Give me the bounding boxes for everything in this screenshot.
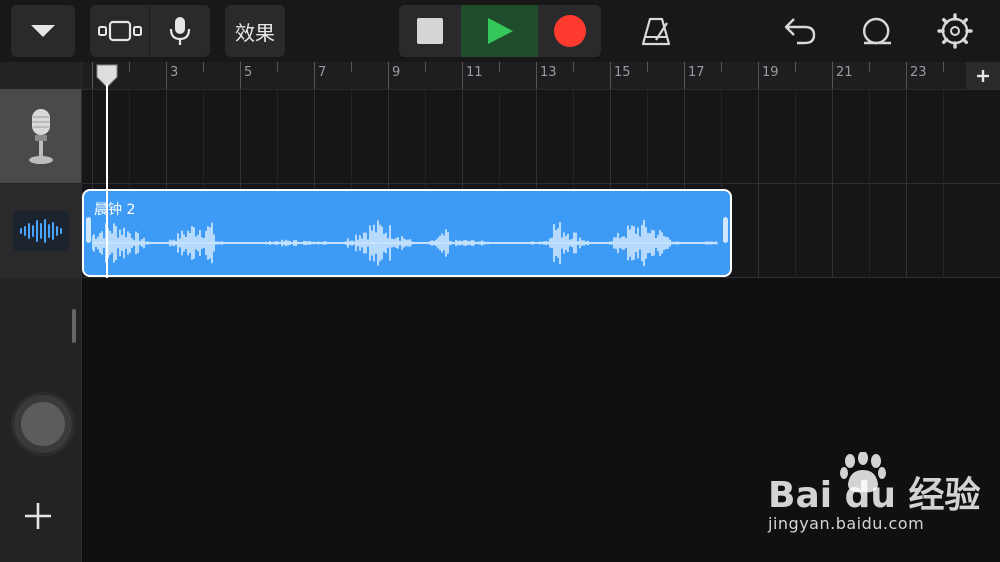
ruler-bar-number: 11 [466,65,483,80]
ruler-tick [462,62,463,89]
ruler-tick [166,62,167,89]
add-section-button[interactable] [966,62,1000,89]
settings-button[interactable] [931,5,979,57]
ruler-tick [684,62,685,89]
gear-icon [937,13,973,49]
ruler-tick [388,62,389,89]
ruler-tick [573,62,574,72]
region-name: 晨钟 2 [94,202,136,218]
ruler-tick [832,62,833,89]
plus-icon [25,503,51,529]
mic-input-button[interactable] [150,5,210,57]
ruler-bar-number: 19 [762,65,779,80]
ruler-bar-number: 15 [614,65,631,80]
undo-icon [784,18,816,45]
microphone-icon [169,17,191,45]
ruler-tick [129,62,130,72]
ruler-bar-number: 3 [170,65,179,80]
ruler-tick [277,62,278,72]
ruler-bar-number: 7 [318,65,327,80]
ruler-tick [906,62,907,89]
watermark-url: jingyan.baidu.com [768,514,925,533]
ruler-bar-number: 21 [836,65,853,80]
effects-label: 效果 [235,20,275,45]
audio-waveform [92,219,718,267]
grid-line [943,90,944,278]
ruler-tick [647,62,648,72]
track-header-audio[interactable] [0,184,81,278]
ruler-tick [314,62,315,89]
ruler-bar-number: 23 [910,65,927,80]
ruler-tick [351,62,352,72]
ruler-tick [92,62,93,89]
ruler-tick [425,62,426,72]
metronome-button[interactable] [632,5,680,57]
ruler-tick [943,62,944,72]
region-left-trim-handle[interactable] [86,217,91,243]
ruler-tick [869,62,870,72]
grid-line [758,90,759,278]
audio-waveform-icon [12,211,69,251]
ruler-tick [721,62,722,72]
timeline-ruler[interactable]: 1357911131517192123 [82,62,1000,90]
microphone-icon [28,109,53,164]
ruler-tick [203,62,204,72]
effects-button[interactable]: 效果 [225,5,285,57]
transport-group [399,5,601,57]
track-list-dropdown-button[interactable] [11,5,75,57]
ruler-bar-number: 13 [540,65,557,80]
stop-icon [417,18,443,44]
control-bar: 效果 [0,0,1000,62]
grid-line [832,90,833,278]
ruler-tick [536,62,537,89]
play-icon [487,18,513,44]
ruler-tick [499,62,500,72]
track-lane-microphone[interactable] [82,90,1000,184]
playhead-line [106,84,108,278]
ruler-tick [240,62,241,89]
ruler-bar-number: 5 [244,65,253,80]
record-button[interactable] [538,5,601,57]
record-icon [553,15,586,47]
grid-line [906,90,907,278]
play-button[interactable] [461,5,538,57]
chevron-down-icon [31,25,55,37]
audio-region[interactable]: 晨钟 2 [82,189,732,277]
track-headers-panel [0,62,82,562]
undo-button[interactable] [776,5,824,57]
view-input-group [90,5,210,57]
tracks-view-icon [97,20,142,42]
watermark-logo-text: Bai du 经验 [768,475,981,516]
add-track-button[interactable] [18,496,58,536]
ruler-tick [795,62,796,72]
baidu-watermark: Bai du 经验 jingyan.baidu.com [768,452,988,542]
grid-line [795,90,796,278]
view-toggle-button[interactable] [90,5,149,57]
plus-icon [977,69,989,82]
grid-line [869,90,870,278]
loop-icon [863,17,891,45]
region-right-trim-handle[interactable] [723,217,728,243]
ruler-bar-number: 9 [392,65,401,80]
stop-button[interactable] [399,5,461,57]
ruler-tick [758,62,759,89]
ruler-tick [610,62,611,89]
header-resize-handle[interactable] [72,309,76,343]
metronome-icon [641,17,671,46]
track-controls-knob[interactable] [11,392,75,456]
ruler-bar-number: 17 [688,65,705,80]
loop-button[interactable] [852,5,900,57]
track-header-microphone[interactable] [0,89,81,183]
